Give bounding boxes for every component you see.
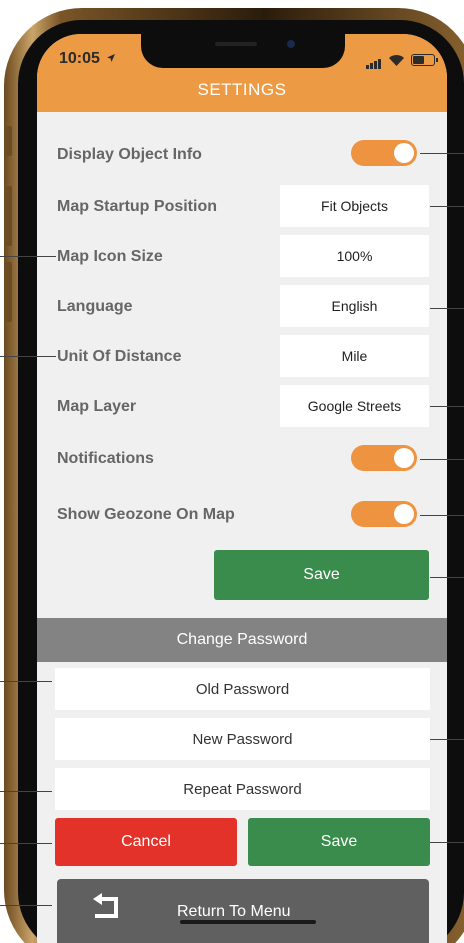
cancel-button[interactable]: Cancel <box>55 818 237 866</box>
callout-line <box>430 842 464 843</box>
callout-line <box>420 153 464 154</box>
home-indicator <box>180 920 316 924</box>
callout-line <box>0 681 52 682</box>
show-geozone-toggle[interactable] <box>351 501 417 527</box>
phone-mute-switch <box>6 126 12 156</box>
toggle-knob <box>394 448 414 468</box>
callout-line <box>430 739 464 740</box>
notifications-toggle[interactable] <box>351 445 417 471</box>
change-password-header: Change Password <box>37 618 447 662</box>
language-select[interactable]: English <box>280 285 429 327</box>
show-geozone-label: Show Geozone On Map <box>57 506 235 523</box>
callout-line <box>430 308 464 309</box>
map-startup-position-select[interactable]: Fit Objects <box>280 185 429 227</box>
toggle-knob <box>394 504 414 524</box>
unit-of-distance-select[interactable]: Mile <box>280 335 429 377</box>
callout-line <box>0 791 52 792</box>
callout-line <box>420 515 464 516</box>
new-password-input[interactable] <box>55 718 430 760</box>
callout-line <box>430 406 464 407</box>
device-mockup: 10:05 SETTINGS Display Object Info Map S… <box>0 0 464 943</box>
notifications-label: Notifications <box>57 450 154 467</box>
toggle-knob <box>394 143 414 163</box>
front-camera <box>287 40 295 48</box>
callout-line <box>430 577 464 578</box>
save-password-button[interactable]: Save <box>248 818 430 866</box>
callout-line <box>0 843 52 844</box>
app-header: 10:05 SETTINGS <box>37 34 447 112</box>
display-object-info-toggle[interactable] <box>351 140 417 166</box>
map-icon-size-label: Map Icon Size <box>57 248 163 265</box>
save-settings-button[interactable]: Save <box>214 550 429 600</box>
page-title: SETTINGS <box>197 80 287 99</box>
return-to-menu-label: Return To Menu <box>177 903 291 920</box>
map-layer-select[interactable]: Google Streets <box>280 385 429 427</box>
map-layer-label: Map Layer <box>57 398 137 415</box>
callout-line <box>0 356 56 357</box>
return-arrow-icon <box>93 893 118 918</box>
old-password-input[interactable] <box>55 668 430 710</box>
language-label: Language <box>57 298 133 315</box>
notch-speaker <box>215 42 257 46</box>
location-arrow-icon <box>107 54 116 62</box>
return-to-menu-button[interactable]: Return To Menu <box>57 879 429 943</box>
display-object-info-label: Display Object Info <box>57 146 202 163</box>
map-startup-position-label: Map Startup Position <box>57 198 217 215</box>
wifi-icon <box>389 54 404 66</box>
callout-line <box>430 206 464 207</box>
status-time: 10:05 <box>59 50 116 68</box>
callout-line <box>0 905 52 906</box>
app-screen: 10:05 SETTINGS Display Object Info Map S… <box>37 34 447 943</box>
phone-volume-up <box>6 186 12 246</box>
phone-notch <box>141 34 345 68</box>
phone-volume-down <box>6 262 12 322</box>
repeat-password-input[interactable] <box>55 768 430 810</box>
battery-icon <box>411 54 438 66</box>
unit-of-distance-label: Unit Of Distance <box>57 348 182 365</box>
status-icons <box>366 51 438 69</box>
signal-icon <box>366 51 382 69</box>
map-icon-size-select[interactable]: 100% <box>280 235 429 277</box>
callout-line <box>0 256 56 257</box>
callout-line <box>420 459 464 460</box>
